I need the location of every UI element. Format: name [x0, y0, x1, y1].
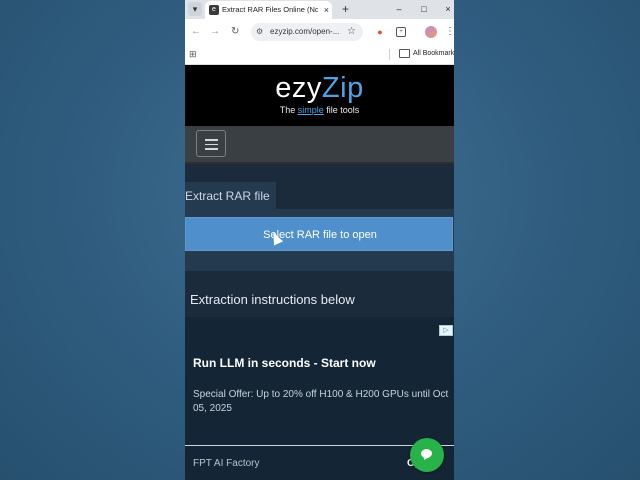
- tab-strip: ▾ e Extract RAR Files Online (No Re × + …: [185, 0, 454, 19]
- window-close-button[interactable]: ×: [441, 2, 454, 16]
- address-bar[interactable]: ⚙ ezyzip.com/open-... ☆: [251, 23, 363, 41]
- adchoices-icon[interactable]: ▷: [439, 325, 453, 336]
- avatar[interactable]: [425, 26, 437, 38]
- chevron-down-icon[interactable]: ▾: [188, 2, 202, 16]
- ad-title[interactable]: Run LLM in seconds - Start now: [193, 356, 376, 371]
- url-text[interactable]: ezyzip.com/open-...: [270, 26, 342, 38]
- site-header: ezyZip The simple file tools: [185, 65, 454, 126]
- back-icon[interactable]: ←: [191, 25, 201, 39]
- folder-icon: [399, 49, 410, 58]
- kebab-icon[interactable]: ⋮: [445, 25, 454, 39]
- select-file-button[interactable]: Select RAR file to open: [185, 217, 453, 251]
- tune-icon[interactable]: ⚙: [256, 26, 263, 38]
- puzzle-icon[interactable]: +: [396, 27, 406, 37]
- toolbar: ← → ↻ ⚙ ezyzip.com/open-... ☆ ● + ⋮: [185, 19, 454, 45]
- all-bookmarks-link[interactable]: All Bookmarks: [413, 48, 454, 60]
- maximize-button[interactable]: □: [417, 2, 431, 16]
- browser-window: ▾ e Extract RAR Files Online (No Re × + …: [185, 0, 454, 480]
- divider: [389, 49, 390, 60]
- chat-button[interactable]: [410, 438, 444, 472]
- apps-icon[interactable]: ⊞: [189, 48, 197, 60]
- instructions-heading: Extraction instructions below: [190, 292, 355, 307]
- close-icon[interactable]: ×: [324, 4, 329, 16]
- logo-tagline: The simple file tools: [279, 105, 360, 115]
- tab-label: Extract RAR file: [185, 189, 270, 203]
- forward-icon[interactable]: →: [210, 25, 220, 39]
- select-file-label: Select RAR file to open: [263, 229, 377, 241]
- hamburger-icon[interactable]: [196, 130, 226, 157]
- site-logo[interactable]: ezyZip The simple file tools: [185, 72, 454, 116]
- extension-icon[interactable]: ●: [375, 27, 385, 37]
- ad-body: Special Offer: Up to 20% off H100 & H200…: [193, 389, 449, 414]
- browser-tab[interactable]: e Extract RAR Files Online (No Re ×: [205, 1, 332, 19]
- bookmarks-bar: ⊞ All Bookmarks: [185, 45, 454, 65]
- tab-extract-rar[interactable]: Extract RAR file: [185, 182, 276, 209]
- tab-title: Extract RAR Files Online (No Re: [222, 5, 318, 14]
- site-navbar: [185, 126, 454, 164]
- ad-brand: FPT AI Factory: [193, 458, 260, 469]
- logo-wordmark: ezyZip: [275, 72, 364, 104]
- plus-icon[interactable]: +: [342, 1, 349, 17]
- reload-icon[interactable]: ↻: [231, 25, 239, 39]
- favicon-icon: e: [209, 5, 219, 15]
- minimize-button[interactable]: –: [392, 2, 406, 16]
- star-icon[interactable]: ☆: [347, 25, 356, 38]
